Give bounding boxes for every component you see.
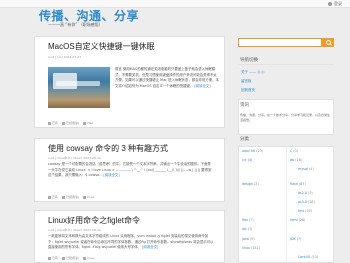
- nav-item-guestbook[interactable]: 留言板: [241, 79, 252, 84]
- post-meta: root | linux命令 | Shell | 2023-08-19: [48, 156, 101, 160]
- search-input[interactable]: [238, 38, 322, 47]
- post-tag[interactable]: linux: [83, 195, 94, 199]
- post-card-1: MacOS自定义快捷键一键休眠 root | 10 | 2024-07-27 前…: [34, 36, 225, 128]
- category-item[interactable]: mysql (4): [298, 167, 314, 171]
- comment-count: 已有: [48, 256, 58, 260]
- eye-icon: [62, 121, 66, 125]
- nav-heading: 导航切换: [240, 58, 258, 63]
- post-title[interactable]: 使用 cowsay 命令的 3 种有趣方式: [48, 143, 168, 154]
- category-item[interactable]: ios (1): [242, 227, 252, 231]
- post-thumbnail[interactable]: [48, 67, 110, 108]
- read-more-link[interactable]: [阅读全文]: [142, 245, 158, 249]
- category-item[interactable]: db (16): [290, 158, 302, 162]
- category-item[interactable]: aiox/ htl (23): [242, 149, 263, 153]
- post-meta: root | 10 | 2024-07-27: [48, 55, 82, 59]
- post-title[interactable]: MacOS自定义快捷键一键休眠: [48, 41, 155, 52]
- login-link[interactable]: 登录: [328, 1, 342, 7]
- search-icon: [325, 40, 331, 45]
- tag-icon: [83, 195, 87, 199]
- post-card-3: Linux好用命令之figlet命令 root | linux命令 | Shel…: [34, 210, 225, 263]
- category-item[interactable]: design (2): [242, 182, 259, 186]
- about-heading: 资讯: [240, 103, 249, 108]
- post-meta: root | linux命令 | Shell | 2023-08-19: [48, 228, 101, 232]
- post-footer: 已有 已经阅读( linux: [48, 195, 94, 199]
- comment-icon: [48, 256, 51, 260]
- divider: [238, 64, 334, 65]
- post-footer: 已有 已经阅读( Mac: [48, 121, 93, 125]
- category-item[interactable]: c/c (4): [242, 158, 252, 162]
- post-title[interactable]: Linux好用命令之figlet命令: [48, 215, 140, 226]
- read-more-link[interactable]: [阅读全文]: [103, 173, 119, 177]
- category-item[interactable]: fms (19): [298, 209, 312, 213]
- post-tag[interactable]: Mac: [83, 121, 93, 125]
- login-label: 登录: [334, 1, 342, 6]
- tag-icon: [83, 256, 87, 260]
- category-item[interactable]: C (3): [290, 149, 298, 153]
- eye-icon: [62, 195, 66, 199]
- tag-icon: [83, 121, 87, 125]
- categories-heading: 分类: [240, 137, 249, 142]
- category-item[interactable]: as2.0 (5): [298, 191, 313, 195]
- user-icon: [328, 2, 332, 6]
- comment-count: 已有: [48, 121, 58, 125]
- read-count: 已经阅读(: [62, 256, 79, 260]
- read-more-link[interactable]: [阅读全文]: [194, 84, 210, 88]
- category-item[interactable]: JDK (7): [290, 237, 301, 241]
- eye-icon: [62, 256, 66, 260]
- category-item[interactable]: linux (152): [242, 246, 260, 250]
- nav-item-home[interactable]: 回到首页: [241, 88, 255, 93]
- comment-icon: [48, 121, 51, 125]
- category-item[interactable]: flash (67): [290, 182, 306, 186]
- post-card-2: 使用 cowsay 命令的 3 种有趣方式 root | linux命令 | S…: [34, 138, 225, 202]
- about-text: 传播、沟通、分享。在一个技术分享，分享学习和记录，以及日常生活感悟。: [240, 113, 331, 122]
- category-item[interactable]: as3.0 (28): [298, 200, 315, 204]
- post-excerpt: cowsay 是一个可配置的会说话（或思考）的牛。它接受一个文本字符串，并输出一…: [48, 162, 212, 178]
- site-subtitle: ——一直 “有你” （职场感悟）: [48, 22, 103, 27]
- post-footer: 已有 已经阅读( linux: [48, 256, 94, 260]
- category-item[interactable]: html (28): [290, 218, 305, 222]
- category-item[interactable]: CentOS (13): [298, 255, 318, 259]
- comment-icon: [48, 195, 51, 199]
- category-item[interactable]: java (9): [242, 237, 255, 241]
- column-divider: [286, 146, 287, 263]
- search-button[interactable]: [322, 38, 334, 47]
- nav-item-about[interactable]: 关于 —— ◎ ◎: [241, 70, 264, 75]
- read-count: 已经阅读(: [62, 195, 79, 199]
- post-tag[interactable]: linux: [83, 256, 94, 260]
- read-count: 已经阅读(: [62, 121, 79, 125]
- post-excerpt: 一款能够将文本转换为由文本字符组成的 Linux 实用程序，yum instal…: [48, 234, 214, 250]
- post-excerpt: 前言 使用MAC的都知道在关闭电脑时只要盖上盖子就会进入休眠模式，不需要关机。但…: [115, 67, 219, 88]
- category-item[interactable]: flex (7): [242, 218, 254, 222]
- comment-count: 已有: [48, 195, 58, 199]
- thumbnail-window-graphic: [53, 73, 77, 89]
